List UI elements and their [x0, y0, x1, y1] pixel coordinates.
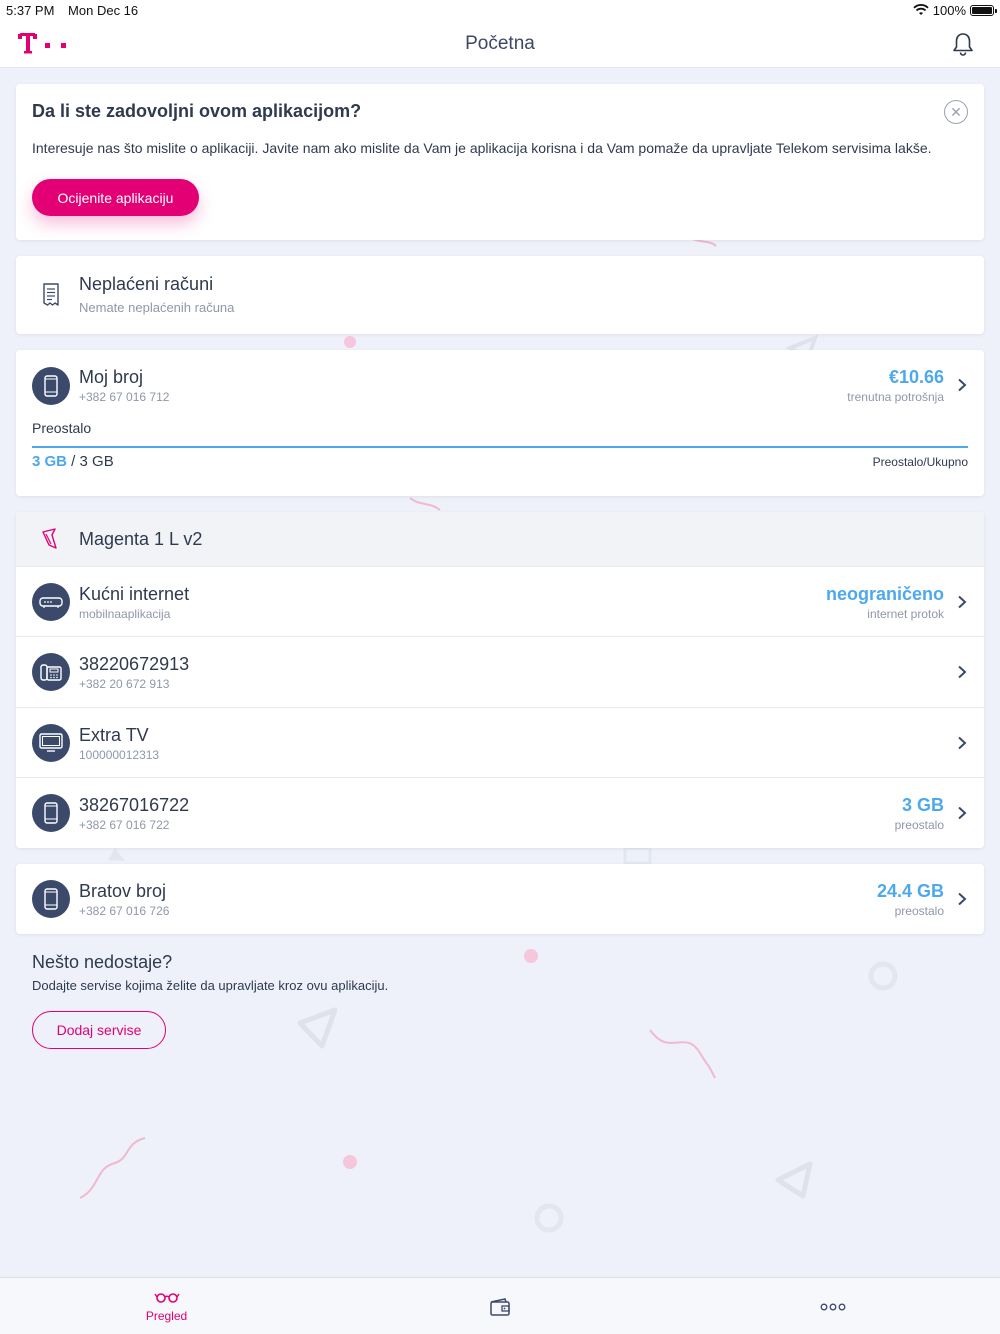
chevron-right-icon[interactable] — [956, 806, 968, 820]
service-value: neograničeno — [825, 584, 944, 604]
my-number-title: Moj broj — [79, 367, 144, 387]
chevron-right-icon[interactable] — [956, 736, 968, 750]
service-value: 3 GB — [901, 795, 944, 815]
service-row-mobile[interactable]: 38267016722 +382 67 016 722 3 GB preosta… — [16, 777, 984, 847]
rate-app-button[interactable]: Ocijenite aplikaciju — [32, 179, 199, 216]
ratio-label: Preostalo/Ukupno — [872, 455, 968, 469]
service-title: 38220672913 — [79, 654, 190, 674]
tab-overview-label: Pregled — [145, 1308, 188, 1323]
bundle-header[interactable]: Magenta 1 L v2 — [16, 512, 984, 566]
status-date: Mon Dec 16 — [68, 2, 139, 18]
chevron-right-icon[interactable] — [956, 665, 968, 679]
bundle-name: Magenta 1 L v2 — [79, 529, 203, 549]
service-subtitle: mobilnaaplikacija — [79, 607, 171, 621]
wifi-icon — [913, 4, 929, 15]
service-row-landline[interactable]: 38220672913 +382 20 672 913 — [16, 636, 984, 706]
service-title: 38267016722 — [79, 795, 190, 815]
unpaid-subtitle: Nemate neplaćenih računa — [79, 300, 235, 315]
rate-app-card: Da li ste zadovoljni ovom aplikacijom? I… — [16, 84, 984, 240]
close-icon[interactable]: ✕ — [944, 100, 968, 124]
missing-services-text: Dodajte servise kojima želite da upravlj… — [32, 978, 389, 993]
bratov-value-label: preostalo — [894, 904, 944, 918]
my-number-card[interactable]: Moj broj +382 67 016 712 €10.66 trenutna… — [16, 350, 984, 496]
my-number-phone: +382 67 016 712 — [79, 390, 170, 404]
missing-services-title: Nešto nedostaje? — [32, 952, 173, 972]
tab-more[interactable] — [666, 1278, 999, 1334]
page-title: Početna — [465, 33, 535, 54]
remaining-label: Preostalo — [32, 420, 92, 436]
service-row-home-internet[interactable]: Kućni internet mobilnaaplikacija neogran… — [16, 566, 984, 636]
receipt-icon — [43, 283, 59, 306]
rate-card-text: Interesuje nas što mislite o aplikaciji.… — [32, 140, 932, 156]
battery-icon — [970, 4, 997, 16]
chevron-right-icon[interactable] — [956, 892, 968, 906]
phone-icon — [32, 794, 70, 832]
glasses-icon — [153, 1292, 180, 1303]
service-subtitle: 100000012313 — [79, 748, 160, 762]
service-subtitle: +382 67 016 722 — [79, 818, 170, 832]
bell-icon[interactable] — [952, 32, 974, 56]
remaining-values: 3 GB / 3 GB — [32, 453, 114, 470]
magenta-tariff-icon — [42, 528, 57, 549]
service-title: Kućni internet — [79, 584, 190, 604]
current-spending-amount: €10.66 — [888, 367, 944, 387]
router-icon — [32, 583, 70, 621]
tab-overview[interactable]: Pregled — [0, 1278, 333, 1334]
rate-card-title: Da li ste zadovoljni ovom aplikacijom? — [32, 101, 362, 121]
battery-percent: 100% — [932, 2, 966, 18]
status-bar: 5:37 PM Mon Dec 16 100% — [0, 0, 1000, 20]
total-value: / 3 GB — [67, 453, 114, 470]
bratov-phone: +382 67 016 726 — [79, 904, 170, 918]
wallet-icon — [489, 1297, 510, 1316]
chevron-right-icon[interactable] — [956, 595, 968, 609]
navbar: Početna — [0, 20, 1000, 68]
status-right: 100% — [913, 2, 997, 18]
tab-wallet[interactable] — [333, 1278, 666, 1334]
tv-icon — [32, 724, 70, 762]
service-value-label: internet protok — [867, 607, 944, 621]
status-left: 5:37 PM Mon Dec 16 — [6, 3, 148, 18]
current-spending-label: trenutna potrošnja — [847, 390, 944, 404]
remaining-progress-bar — [32, 446, 968, 448]
bratov-value: 24.4 GB — [876, 881, 944, 901]
service-value-label: preostalo — [894, 818, 944, 832]
status-time: 5:37 PM — [6, 2, 55, 18]
landline-phone-icon — [32, 653, 70, 691]
chevron-right-icon[interactable] — [956, 378, 968, 392]
phone-icon — [32, 880, 70, 918]
bratov-title: Bratov broj — [79, 881, 167, 901]
more-dots-icon — [820, 1303, 845, 1310]
phone-icon — [32, 367, 70, 405]
bratov-number-card[interactable]: Bratov broj +382 67 016 726 24.4 GB preo… — [16, 864, 984, 934]
tab-bar: Pregled — [0, 1277, 1000, 1334]
remaining-value: 3 GB — [32, 453, 68, 470]
bundle-card: Magenta 1 L v2 Kućni internet mobilnaapl… — [16, 512, 984, 848]
service-subtitle: +382 20 672 913 — [79, 677, 170, 691]
service-row-tv[interactable]: Extra TV 100000012313 — [16, 707, 984, 777]
unpaid-title: Neplaćeni računi — [79, 274, 214, 294]
service-title: Extra TV — [79, 725, 149, 745]
unpaid-bills-card[interactable]: Neplaćeni računi Nemate neplaćenih račun… — [16, 256, 984, 334]
add-services-button[interactable]: Dodaj servise — [32, 1011, 166, 1049]
